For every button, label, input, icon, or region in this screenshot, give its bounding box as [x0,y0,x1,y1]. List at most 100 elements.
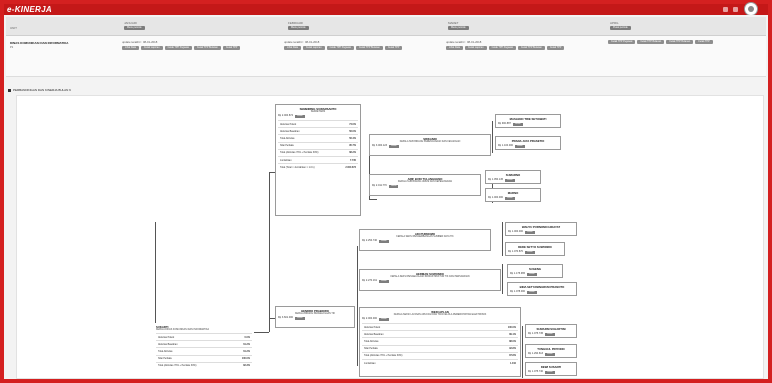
print-tpp-button[interactable]: Cetak TPP [546,46,565,50]
org-node-division-head[interactable]: HENDRO PRABOWO KEPALA BIDANG PENGELOLAAN… [275,306,355,328]
detail-button[interactable]: Detail [388,185,399,188]
kpi-row: Aktivitas Pokok 74.0% [278,119,358,128]
print-report-button[interactable]: Cetak Laporan [302,46,325,50]
print-tpp-button[interactable]: Cetak TPP [384,46,403,50]
last-updated: update terakhir : 08-01-2018 [446,40,482,44]
kpi-row: Total (Aktivitas 70% + Perilaku 30%) 87.8… [362,351,518,360]
org-node-section[interactable]: HERMAN SUWONDO KEPALA SEKSI PENGELOLAAN … [359,269,501,291]
org-sub: P1 [10,46,14,49]
detail-button[interactable]: Detail [545,353,555,356]
org-node-subsection[interactable]: ARIF BUDI TULANGGENO KEPALA SUB BIDANG U… [369,174,481,196]
org-tree: SUKARTI KEPALA DINAS KOMUNIKASI DAN INFO… [16,95,764,379]
print-tpp-button[interactable]: Cetak TPP [695,40,713,44]
org-node-staff[interactable]: MARNO Rp 1.000.000 Detail [485,188,541,202]
period-menu-button[interactable]: Menu periode [448,26,469,30]
connector-line [269,172,270,332]
detail-button[interactable]: Detail [512,123,523,126]
detail-button[interactable]: Detail [505,179,515,182]
print-tpp-monthly-button[interactable]: Cetak TPP Bulanan [355,46,383,50]
kpi-table: Aktivitas Pokok 74.0% Aktivitas Bawahan 56… [278,119,358,171]
menu-icon[interactable] [723,7,728,12]
detail-button[interactable]: Detail [545,333,555,336]
print-tpp-employee-button[interactable]: Cetak TPP Pegawai [326,46,354,50]
org-node-staff[interactable]: DEDE SETYO SUWONDO Rp 1.070.870 Detail [505,242,565,256]
detail-button[interactable]: Detail [505,197,515,200]
last-updated: update terakhir : 08-01-2018 [122,40,158,44]
kpi-row: Aktivitas Pokok 0.0% [156,332,252,341]
view-data-button[interactable]: Lihat Data [122,46,139,50]
print-tpp-button[interactable]: Cetak TPP [222,46,241,50]
org-node-staff[interactable]: SUGENG Rp 1.175.965 Detail [507,264,563,278]
period-column-jan: JANUARI Menu periode [124,21,145,30]
connector-line [522,326,523,378]
kpi-row: Jumlahkan 1.010 [362,358,518,367]
top-bar: e-KINERJA [4,2,768,16]
print-tpp-monthly-button[interactable]: Cetak TPP Bulanan [637,40,665,44]
period-column-mar: MARET Menu periode [448,21,469,30]
print-report-button[interactable]: Cetak Laporan [464,46,487,50]
org-node-staff[interactable]: WAHYU PURNOMO HIDAYAT Rp 1.000.000 Detail [505,222,577,236]
detail-button[interactable]: Detail [515,145,525,148]
org-node-staff[interactable]: TUNGGUL PRIYONO Rp 1.290.613 Detail [525,344,577,358]
detail-button[interactable]: Detail [527,291,537,294]
org-node-staff[interactable]: SUMARNI SUHARTINI Rp 1.075.745 Detail [525,324,577,338]
print-report-button[interactable]: Cetak Laporan [140,46,163,50]
view-data-button[interactable]: Lihat Data [446,46,463,50]
detail-button[interactable]: Detail [527,273,537,276]
unit-column-label: UNIT [10,26,17,30]
print-tpp-employee-button[interactable]: Cetak TPP Pegawai [488,46,516,50]
detail-button[interactable]: Detail [379,318,389,321]
kpi-row: Total Aktivitas 61.2% [156,347,252,356]
org-node-staff[interactable]: MASLENO TRIE SETIAWATI Rp 900.887 Detail [495,114,561,128]
detail-button[interactable]: Detail [525,231,535,234]
kpi-row: Aktivitas Bawahan 61.2% [156,340,252,348]
kpi-row: Total (Total × Jumlahkan × 1.0 k) 2.000.8… [278,163,358,171]
last-updated: update terakhir : 08-01-2018 [284,40,320,44]
org-node-staff[interactable]: PRANA JAYA PRASETIO Rp 1.100.000 Detail [495,136,561,150]
org-node-staff[interactable]: DEWI SUSANTI Rp 1.075.740 Detail [525,362,577,376]
print-tpp-monthly-button[interactable]: Cetak TPP Bulanan [193,46,221,50]
print-tpp-monthly-button[interactable]: Cetak TPP Bulanan [666,40,694,44]
user-avatar[interactable] [744,2,758,16]
period-menu-button[interactable]: Menu periode [124,26,145,30]
view-data-button[interactable]: Lihat Data [284,46,301,50]
detail-button[interactable]: Detail [379,240,389,243]
kpi-table: Aktivitas Pokok 0.0% Aktivitas Bawahan 61.… [156,332,252,369]
kpi-row: Jumlahkan 7.730 [278,155,358,164]
period-menu-button[interactable]: Menu periode [288,26,309,30]
org-node-section[interactable]: WEDI APLAN KEPALA SEKSI LAYANAN APLIKASI… [359,307,521,377]
period-header-row: UNIT JANUARI Menu periode FEBRUARI Menu … [6,17,766,36]
kpi-row: Nilai Perilaku 100.0% [156,354,252,363]
detail-button[interactable]: Detail [525,251,535,254]
app-logo[interactable]: e-KINERJA [7,5,52,14]
org-node-head[interactable]: SUKARTI KEPALA DINAS KOMUNIKASI DAN INFO… [154,323,254,377]
print-tpp-employee-button[interactable]: Cetak TPP Pegawai [608,40,636,44]
org-node-subsection[interactable]: SRIKANDI KEPALA SUB BIDANG PERENCANAAN D… [369,134,491,156]
org-node-staff[interactable]: BINA SETYANINGRUM PRANOTO Rp 1.078.000 De… [507,282,577,296]
print-tpp-monthly-button[interactable]: Cetak TPP Bulanan [517,46,545,50]
connector-line [357,246,358,366]
kpi-table: Aktivitas Pokok 100.0% Aktivitas Bawahan 8… [362,322,518,367]
detail-button[interactable]: Detail [295,115,305,118]
kpi-row: Total Aktivitas 88.0% [362,337,518,346]
section-title: PERBANDINGAN DAN KINERJA BULAN 9 [8,88,71,92]
period-menu-button[interactable]: Pusat periode [610,26,631,30]
period-column-feb: FEBRUARI Menu periode [288,21,309,30]
org-node-staff[interactable]: SUMARNO Rp 1.050.145 Detail [485,170,541,184]
top-bar-icons [723,7,738,12]
org-node-section[interactable]: ADI PURNOMO KEPALA SEKSI PENGEMBANGAN SU… [359,229,491,251]
kpi-row: Total Aktivitas 56.4% [278,134,358,143]
connector-line [369,199,377,200]
org-row: DINAS KOMUNIKASI DAN INFORMATIKA P1 upda… [6,36,766,77]
org-period-feb: update terakhir : 08-01-2018 Lihat Data … [284,40,444,50]
org-node-secretary[interactable]: SEMBIRING SUWARSANTO SEKRETARIS Rp 2.000… [275,104,361,216]
detail-button[interactable]: Detail [379,280,389,283]
detail-button[interactable]: Detail [295,317,305,320]
detail-button[interactable]: Detail [545,371,555,374]
org-name: DINAS KOMUNIKASI DAN INFORMATIKA [10,41,69,45]
detail-button[interactable]: Detail [389,145,399,148]
notification-icon[interactable] [733,7,738,12]
kpi-row: Total (Aktivitas 70% + Perilaku 30%) 68.2… [278,148,358,157]
print-tpp-employee-button[interactable]: Cetak TPP Pegawai [164,46,192,50]
main-content: UNIT JANUARI Menu periode FEBRUARI Menu … [4,15,768,379]
